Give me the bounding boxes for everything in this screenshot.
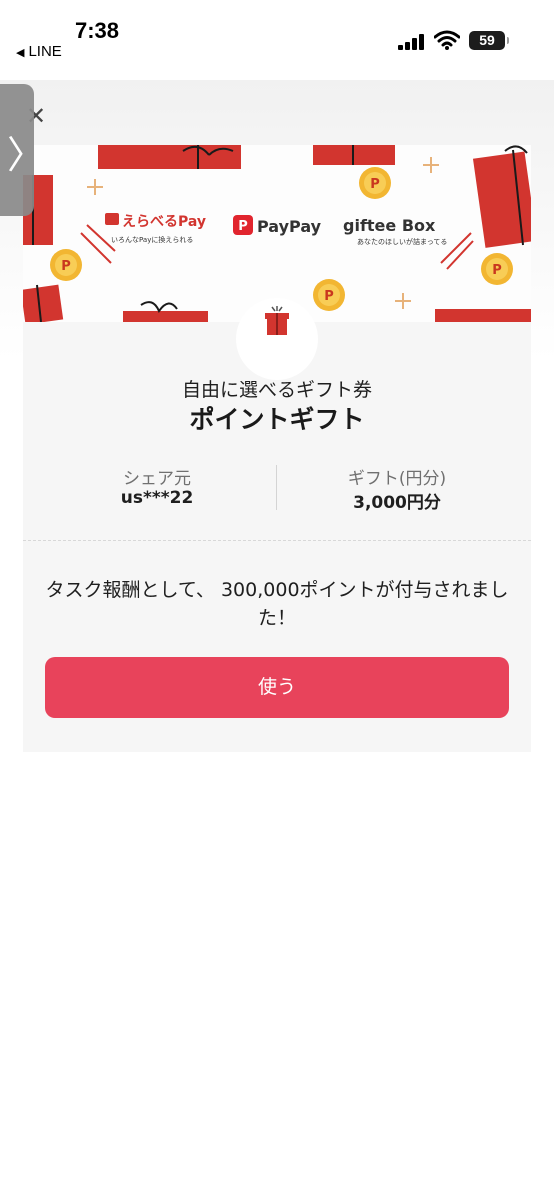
svg-text:えらべるPay: えらべるPay [122, 214, 206, 230]
svg-text:PayPay: PayPay [257, 217, 322, 236]
banner-illustration: P P P P えらべるPay いろんなPayに換えられる P PayPay g… [23, 145, 531, 322]
paypay-logo: P PayPay [233, 215, 322, 236]
amount-label: ギフト(円分) [347, 469, 447, 489]
gift-banner: P P P P えらべるPay いろんなPayに換えられる P PayPay g… [23, 145, 531, 322]
svg-text:P: P [324, 289, 334, 304]
svg-text:P: P [370, 177, 380, 192]
back-triangle-icon: ◀ [16, 47, 25, 59]
svg-text:いろんなPayに換えられる: いろんなPayに換えられる [111, 235, 193, 244]
chevron-right-icon: 〉 [7, 133, 46, 177]
erabel-pay-logo: えらべるPay いろんなPayに換えられる [105, 213, 206, 244]
side-panel-tab[interactable]: 〉 [0, 84, 45, 216]
svg-text:P: P [492, 263, 502, 278]
battery-indicator: 59 [469, 31, 509, 50]
reward-message: タスク報酬として、 300,000ポイントが付与されました！ [45, 579, 509, 629]
amount-value: 3,000円分 [353, 493, 441, 513]
gift-subtitle: 自由に選べるギフト券 [181, 379, 372, 401]
gift-box-icon [265, 306, 289, 335]
svg-text:あなたのほしいが詰まってる: あなたのほしいが詰まってる [357, 237, 447, 246]
sharer-label: シェア元 [123, 469, 191, 489]
coin-icon: P [50, 249, 82, 281]
status-bar: 7:38 ◀ LINE 59 [0, 0, 554, 70]
wifi-icon [434, 30, 460, 50]
back-to-app-link[interactable]: ◀ LINE [16, 43, 62, 60]
status-time: 7:38 [75, 18, 120, 43]
coin-icon: P [359, 167, 391, 199]
use-button[interactable]: 使う [45, 657, 509, 718]
giftee-box-logo: giftee Box あなたのほしいが詰まってる [343, 216, 447, 246]
svg-text:P: P [61, 259, 71, 274]
dashed-separator [23, 540, 531, 541]
svg-text:giftee Box: giftee Box [343, 216, 436, 235]
coin-icon: P [313, 279, 345, 311]
svg-text:P: P [238, 219, 248, 234]
column-divider [276, 465, 277, 510]
gift-title: ポイントギフト [189, 405, 365, 434]
back-app-label: LINE [28, 43, 62, 60]
coin-icon: P [481, 253, 513, 285]
cellular-signal-icon [398, 34, 426, 50]
sharer-value: us***22 [120, 488, 194, 508]
